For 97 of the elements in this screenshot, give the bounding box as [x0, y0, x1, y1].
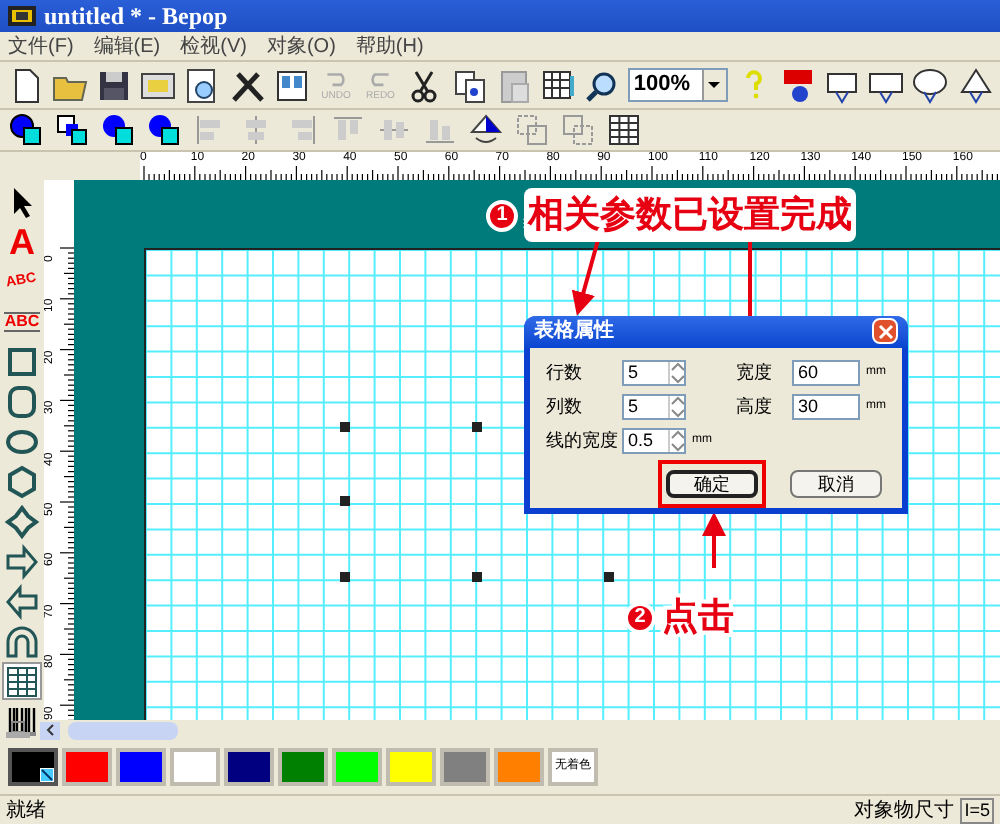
- selection-handle: [340, 496, 350, 506]
- spin-arrows-icon: [670, 396, 686, 418]
- toolbar-button[interactable]: [604, 112, 644, 148]
- annotation-arrow: [571, 239, 600, 316]
- tool-button[interactable]: [2, 342, 42, 380]
- rectangle-icon: [4, 343, 40, 379]
- close-button[interactable]: [872, 318, 898, 345]
- selection-handle: [604, 572, 614, 582]
- color-swatch[interactable]: [170, 748, 220, 786]
- flip-icon: [468, 112, 504, 148]
- rounded-rectangle-icon: [4, 383, 40, 419]
- app-icon: [8, 6, 36, 26]
- toolbar-button[interactable]: [466, 112, 506, 148]
- copy-icon: [451, 67, 488, 103]
- toolbar-button[interactable]: [911, 65, 950, 105]
- close-icon: [877, 323, 893, 340]
- hexagon-icon: [4, 463, 40, 499]
- scrollbar-thumb[interactable]: [68, 721, 178, 739]
- arch-icon: [4, 623, 40, 659]
- toolbar-button[interactable]: [52, 112, 92, 148]
- status-text: 就绪: [6, 797, 46, 824]
- tool-button[interactable]: A: [2, 222, 42, 260]
- size-label: 对象物尺寸: [854, 797, 955, 824]
- color-swatch[interactable]: [386, 748, 436, 786]
- dialog-button[interactable]: 取消: [790, 470, 882, 498]
- toolbar-button[interactable]: [6, 112, 46, 148]
- color-swatch[interactable]: [224, 748, 274, 786]
- color-swatch[interactable]: [116, 748, 166, 786]
- field-label: 高度: [736, 393, 774, 420]
- toolbar-button[interactable]: [538, 65, 578, 105]
- color-swatch[interactable]: [494, 748, 544, 786]
- spin-field[interactable]: 5: [622, 360, 686, 386]
- print-preview-icon: [140, 67, 177, 103]
- window-title: untitled * - Bepop: [44, 4, 228, 28]
- left-caret-icon: [46, 724, 54, 736]
- ungroup-icon: [560, 112, 596, 148]
- star-shape-icon: [4, 503, 40, 539]
- table-icon: [606, 112, 642, 148]
- shapes-backward-icon: [146, 112, 182, 148]
- menu-item[interactable]: 文件(F): [8, 31, 74, 61]
- tool-button[interactable]: [2, 462, 42, 500]
- dialog-title: 表格属性: [534, 317, 614, 347]
- right-arrow-icon: [4, 543, 40, 579]
- field-label: 宽度: [736, 359, 774, 386]
- dropdown-caret-icon: [706, 80, 723, 90]
- spin-arrows-icon: [670, 430, 686, 452]
- annotation-text: 相关参数已设置完成: [524, 188, 856, 242]
- menu-item[interactable]: 对象(O): [266, 31, 336, 61]
- spin-field[interactable]: 5: [622, 394, 686, 420]
- selection-handle: [340, 422, 350, 432]
- field-label: 线的宽度: [546, 427, 618, 454]
- annotation-arrow: [702, 512, 726, 568]
- color-swatch[interactable]: [278, 748, 328, 786]
- shapes-front-icon: [8, 112, 44, 148]
- selection-handle: [472, 572, 482, 582]
- toolbar-button[interactable]: [144, 112, 184, 148]
- scroll-left-button[interactable]: [40, 721, 60, 739]
- tool-button[interactable]: [2, 582, 42, 620]
- tool-button[interactable]: [2, 662, 42, 700]
- left-arrow-icon: [4, 583, 40, 619]
- color-swatch[interactable]: [62, 748, 112, 786]
- current-color-icon: [40, 768, 54, 782]
- spin-field[interactable]: 0.5: [622, 428, 686, 454]
- dialog-button[interactable]: 确定: [666, 470, 758, 498]
- tool-button[interactable]: [2, 382, 42, 420]
- toolbar-button[interactable]: [450, 65, 489, 105]
- field-label: 列数: [546, 393, 584, 420]
- number-badge: 1: [486, 199, 518, 231]
- color-swatch[interactable]: [8, 748, 58, 786]
- selection-handle: [340, 572, 350, 582]
- menu-item[interactable]: 检视(V): [180, 31, 247, 61]
- tool-button[interactable]: ABC: [2, 302, 42, 340]
- menu-item[interactable]: 帮助(H): [355, 31, 424, 61]
- tool-button[interactable]: [2, 542, 42, 580]
- group-icon: [514, 112, 550, 148]
- table-icon: [4, 663, 40, 699]
- selection-handle: [472, 422, 482, 432]
- tool-button[interactable]: [2, 502, 42, 540]
- input-field[interactable]: 30: [792, 394, 860, 420]
- zoom-page-icon: [184, 67, 221, 103]
- save-icon: [96, 67, 132, 103]
- input-field[interactable]: 60: [792, 360, 860, 386]
- color-swatch[interactable]: [440, 748, 490, 786]
- color-swatch[interactable]: [332, 748, 382, 786]
- tool-button[interactable]: [2, 622, 42, 660]
- cloud-shape-icon: [912, 67, 949, 103]
- shapes-back-icon: [54, 112, 90, 148]
- size-value: I=5: [960, 797, 994, 823]
- toolbar-button[interactable]: [98, 112, 138, 148]
- grid-settings-icon: [540, 67, 577, 103]
- zoom-icon: [584, 67, 621, 103]
- shapes-forward-icon: [100, 112, 136, 148]
- field-label: 行数: [546, 359, 584, 386]
- spin-arrows-icon: [670, 362, 686, 384]
- zoom-dropdown[interactable]: 100%: [627, 68, 728, 102]
- paste-icon: [495, 67, 532, 103]
- menu-item[interactable]: 编辑(E): [93, 31, 161, 61]
